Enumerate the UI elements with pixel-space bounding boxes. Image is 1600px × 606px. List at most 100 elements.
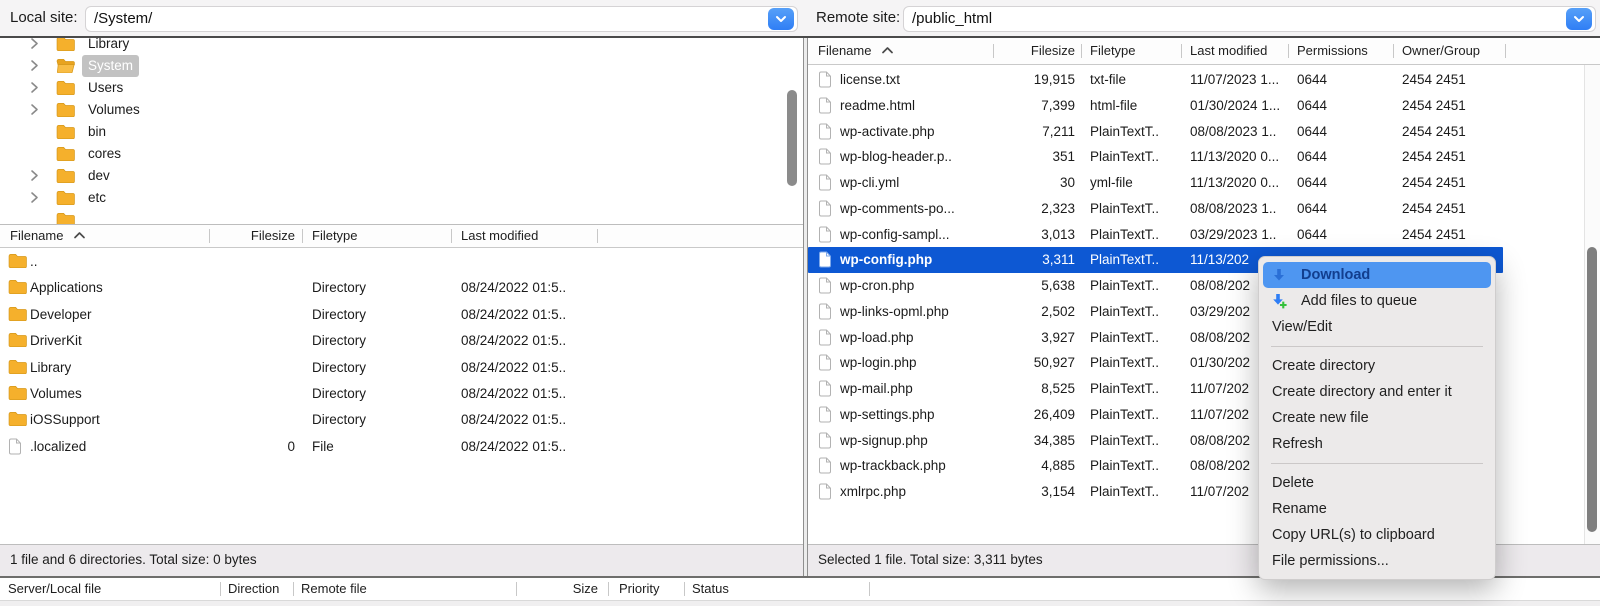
file-cell: 3,154 (1041, 484, 1075, 499)
column-header-filetype[interactable]: Filetype (1090, 40, 1136, 62)
file-cell: wp-mail.php (840, 381, 913, 396)
remote-site-path-field[interactable]: /public_html (903, 6, 1596, 32)
menu-item-create-directory[interactable]: Create directory (1263, 353, 1491, 379)
column-header-filesize[interactable]: Filesize (195, 225, 295, 247)
tree-item-library[interactable]: Library (0, 38, 803, 55)
expander-chevron-icon[interactable] (30, 38, 42, 51)
remote-site-dropdown-button[interactable] (1566, 8, 1592, 30)
column-resize-handle[interactable] (1181, 44, 1182, 58)
file-cell: 2454 2451 (1402, 200, 1466, 216)
remote-file-row-wpcliyml[interactable]: wp-cli.yml 30 yml-file 11/13/2020 0... 0644 2… (808, 170, 1584, 196)
tree-item-etc[interactable]: etc (0, 187, 803, 209)
column-header-direction[interactable]: Direction (228, 578, 279, 600)
menu-item-rename[interactable]: Rename (1263, 496, 1491, 522)
menu-item-create-new-file[interactable]: Create new file (1263, 405, 1491, 431)
column-resize-handle[interactable] (684, 582, 685, 596)
column-resize-handle[interactable] (993, 44, 994, 58)
column-resize-handle[interactable] (293, 582, 294, 596)
tree-item-bin[interactable]: bin (0, 121, 803, 143)
column-resize-handle[interactable] (869, 582, 870, 596)
expander-chevron-icon[interactable] (30, 191, 42, 205)
column-header-status[interactable]: Status (692, 578, 729, 600)
remote-file-row-wpcommentspo[interactable]: wp-comments-po... 2,323 PlainTextT.. 08/08/… (808, 196, 1584, 222)
tree-item-users[interactable]: Users (0, 77, 803, 99)
column-resize-handle[interactable] (1288, 44, 1289, 58)
column-resize-handle[interactable] (451, 229, 452, 243)
menu-item-add-files-to-queue[interactable]: Add files to queue (1263, 288, 1491, 314)
column-header-remote-file[interactable]: Remote file (301, 578, 367, 600)
file-cell (195, 302, 295, 328)
expander-chevron-icon[interactable] (30, 59, 42, 73)
column-header-server-local-file[interactable]: Server/Local file (8, 578, 101, 600)
file-cell: 7,399 (1041, 97, 1075, 113)
file-cell: Applications (30, 280, 103, 296)
local-file-row-iOSSupport[interactable]: iOSSupport Directory 08/24/2022 01:5.. (0, 407, 803, 433)
column-header-last-modified[interactable]: Last modified (1190, 40, 1267, 62)
column-header-filesize[interactable]: Filesize (975, 40, 1075, 62)
column-resize-handle[interactable] (597, 229, 598, 243)
sort-ascending-icon (881, 46, 894, 54)
column-header-filename[interactable]: Filename (818, 40, 894, 62)
column-resize-handle[interactable] (209, 229, 210, 243)
remote-file-row-readmehtml[interactable]: readme.html 7,399 html-file 01/30/2024 1...… (808, 93, 1584, 119)
local-file-list: .. Applications Directory 08/24/2022 01:5..… (0, 248, 803, 544)
local-tree-scrollbar-thumb[interactable] (787, 90, 797, 186)
remote-file-row-wpactivatephp[interactable]: wp-activate.php 7,211 PlainTextT.. 08/08/20… (808, 119, 1584, 145)
menu-item-create-directory-and-enter-it[interactable]: Create directory and enter it (1263, 379, 1491, 405)
tree-item-label: Users (88, 80, 124, 95)
column-header-permissions[interactable]: Permissions (1297, 40, 1368, 62)
local-file-row-Developer[interactable]: Developer Directory 08/24/2022 01:5.. (0, 302, 803, 328)
column-resize-handle[interactable] (220, 582, 221, 596)
expander-chevron-icon[interactable] (30, 103, 42, 117)
tree-item-volumes[interactable]: Volumes (0, 99, 803, 121)
remote-file-row-wpblogheaderp[interactable]: wp-blog-header.p.. 351 PlainTextT.. 11/13/2… (808, 144, 1584, 170)
column-resize-handle[interactable] (608, 582, 609, 596)
sort-ascending-icon (73, 231, 86, 239)
tree-item-cores[interactable]: cores (0, 143, 803, 165)
menu-item-view-edit[interactable]: View/Edit (1263, 314, 1491, 340)
column-header-priority[interactable]: Priority (619, 578, 659, 600)
local-file-row-[interactable]: .. (0, 249, 803, 275)
folder-icon (56, 212, 75, 224)
menu-item-download[interactable]: Download (1263, 262, 1491, 288)
menu-item-file-permissions[interactable]: File permissions... (1263, 548, 1491, 574)
file-cell: 0 (287, 438, 295, 454)
menu-item-delete[interactable]: Delete (1263, 470, 1491, 496)
local-list-header: Filename Filesize Filetype Last modified (0, 224, 803, 248)
remote-scrollbar-thumb[interactable] (1587, 247, 1597, 532)
column-header-size[interactable]: Size (498, 578, 598, 600)
column-header-owner-group[interactable]: Owner/Group (1402, 40, 1480, 62)
remote-file-row-wpconfigsampl[interactable]: wp-config-sampl... 3,013 PlainTextT.. 03/29… (808, 222, 1584, 248)
local-site-dropdown-button[interactable] (768, 8, 794, 30)
tree-item-label: Library (88, 38, 130, 51)
column-resize-handle[interactable] (302, 229, 303, 243)
column-header-filename[interactable]: Filename (10, 225, 86, 247)
column-header-filetype[interactable]: Filetype (312, 225, 358, 247)
file-cell: PlainTextT.. (1090, 226, 1160, 242)
column-header-last-modified[interactable]: Last modified (461, 225, 538, 247)
file-cell: 0644 (1297, 72, 1328, 87)
tree-item-dev[interactable]: dev (0, 165, 803, 187)
expander-chevron-icon[interactable] (30, 81, 42, 95)
local-file-row-DriverKit[interactable]: DriverKit Directory 08/24/2022 01:5.. (0, 328, 803, 354)
menu-item-copy-url-s-to-clipboard[interactable]: Copy URL(s) to clipboard (1263, 522, 1491, 548)
column-resize-handle[interactable] (516, 582, 517, 596)
file-cell: wp-comments-po... (840, 200, 955, 216)
column-resize-handle[interactable] (1081, 44, 1082, 58)
local-file-row-Volumes[interactable]: Volumes Directory 08/24/2022 01:5.. (0, 381, 803, 407)
file-cell: 19,915 (1033, 72, 1075, 87)
column-resize-handle[interactable] (1393, 44, 1394, 58)
local-file-row-Library[interactable]: Library Directory 08/24/2022 01:5.. (0, 355, 803, 381)
column-resize-handle[interactable] (1505, 44, 1506, 58)
tree-item-label: System (82, 55, 140, 77)
tree-item-partial[interactable] (0, 209, 803, 224)
local-file-row-Applications[interactable]: Applications Directory 08/24/2022 01:5.. (0, 275, 803, 301)
expander-chevron-icon[interactable] (30, 169, 42, 183)
file-cell: wp-links-opml.php (840, 303, 949, 319)
remote-file-row-licensetxt[interactable]: license.txt 19,915 txt-file 11/07/2023 1...… (808, 67, 1584, 93)
local-file-row-localized[interactable]: .localized 0 File 08/24/2022 01:5.. (0, 434, 803, 460)
local-site-path-field[interactable]: /System/ (85, 6, 798, 32)
folder-icon (56, 58, 75, 73)
tree-item-system[interactable]: System (0, 55, 803, 77)
menu-item-refresh[interactable]: Refresh (1263, 431, 1491, 457)
